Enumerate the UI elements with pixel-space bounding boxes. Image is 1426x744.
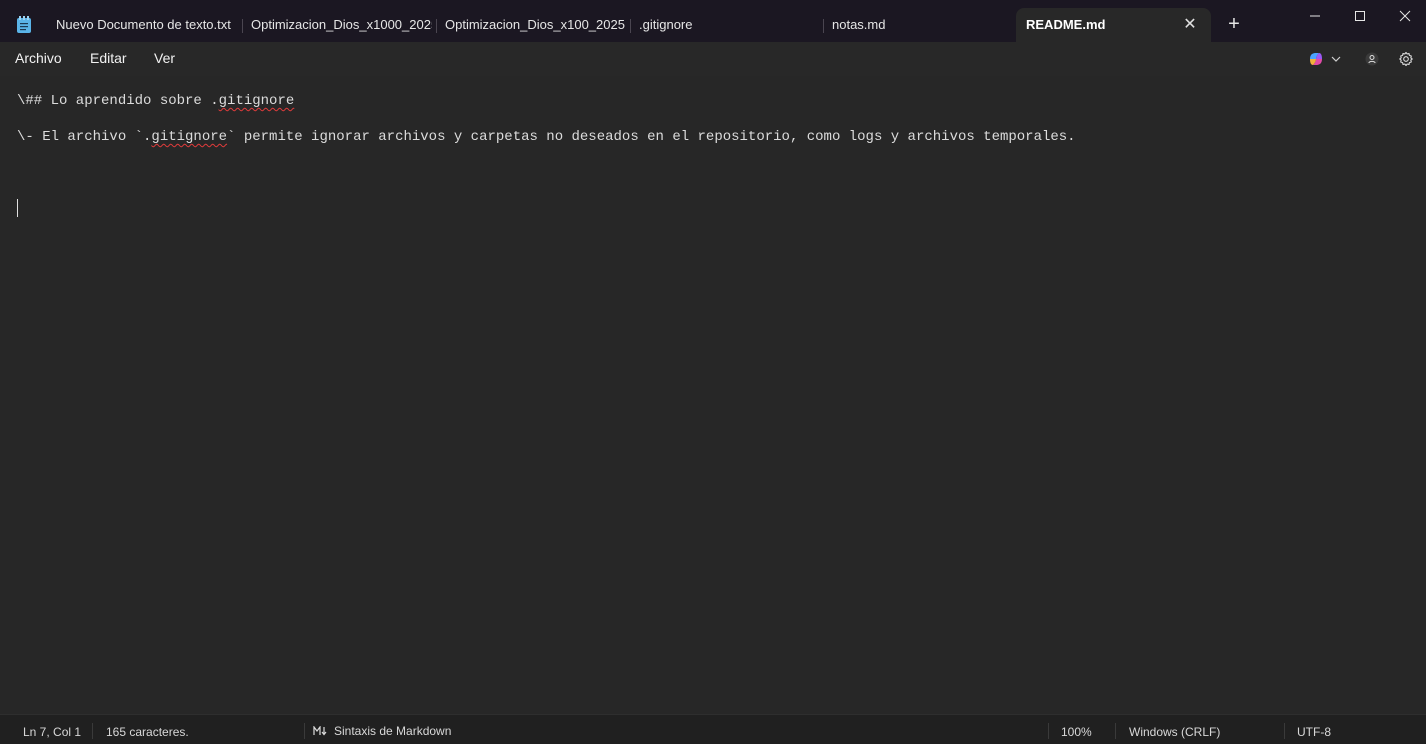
editor-line-1: \## Lo aprendido sobre .gitignore xyxy=(17,93,294,109)
text-editor[interactable]: \## Lo aprendido sobre .gitignore \- El … xyxy=(0,76,1426,714)
close-icon xyxy=(1399,10,1411,22)
character-count: 165 caracteres. xyxy=(106,725,189,739)
status-divider xyxy=(1284,723,1285,739)
markdown-icon xyxy=(313,726,327,736)
menu-bar: Archivo Editar Ver xyxy=(0,42,1426,76)
close-tab-icon[interactable]: ✕ xyxy=(1179,8,1201,42)
status-divider xyxy=(1115,723,1116,739)
tab-readme[interactable]: README.md ✕ xyxy=(1016,8,1211,42)
tab-label: Nuevo Documento de texto.txt xyxy=(56,17,231,32)
notepad-icon xyxy=(17,16,31,33)
title-bar: Nuevo Documento de texto.txt Optimizacio… xyxy=(0,0,1426,42)
status-bar: Ln 7, Col 1 165 caracteres. Sintaxis de … xyxy=(0,714,1426,744)
editor-line-3: \- El archivo `.gitignore` permite ignor… xyxy=(17,129,1076,145)
chevron-down-icon xyxy=(1331,56,1341,62)
line-ending[interactable]: Windows (CRLF) xyxy=(1129,725,1220,739)
tab-optimizacion-x100[interactable]: Optimizacion_Dios_x100_20251410 xyxy=(435,8,625,42)
menu-ver[interactable]: Ver xyxy=(154,50,175,66)
tab-label: README.md xyxy=(1026,17,1106,32)
status-divider xyxy=(304,723,305,739)
heading-text: \## Lo aprendido sobre . xyxy=(17,93,219,109)
account-button[interactable] xyxy=(1362,49,1382,69)
tab-gitignore[interactable]: .gitignore xyxy=(629,8,819,42)
tab-label: Optimizacion_Dios_x1000_2025141 xyxy=(251,17,432,32)
encoding[interactable]: UTF-8 xyxy=(1297,725,1331,739)
person-icon xyxy=(1365,52,1379,66)
copilot-button[interactable] xyxy=(1304,49,1344,69)
text-caret xyxy=(17,199,18,217)
maximize-icon xyxy=(1355,11,1365,21)
spell-error-word: gitignore xyxy=(218,93,295,109)
zoom-level[interactable]: 100% xyxy=(1061,725,1092,739)
menu-archivo[interactable]: Archivo xyxy=(15,50,62,66)
tab-label: notas.md xyxy=(832,17,886,32)
status-divider xyxy=(92,723,93,739)
maximize-button[interactable] xyxy=(1337,0,1383,32)
markdown-syntax-toggle[interactable]: Sintaxis de Markdown xyxy=(313,724,451,738)
tab-nuevo-documento[interactable]: Nuevo Documento de texto.txt xyxy=(46,8,236,42)
tab-label: .gitignore xyxy=(639,17,693,32)
tab-optimizacion-x1000[interactable]: Optimizacion_Dios_x1000_2025141 xyxy=(241,8,432,42)
copilot-icon xyxy=(1310,53,1322,65)
minimize-button[interactable] xyxy=(1292,0,1338,32)
spell-error-word: gitignore xyxy=(151,129,228,145)
new-tab-button[interactable]: + xyxy=(1224,14,1244,34)
bullet-text-start: \- El archivo `. xyxy=(17,129,152,145)
close-window-button[interactable] xyxy=(1382,0,1426,32)
gear-icon xyxy=(1399,51,1413,67)
tab-notas[interactable]: notas.md xyxy=(822,8,1012,42)
menu-editar[interactable]: Editar xyxy=(90,50,127,66)
settings-button[interactable] xyxy=(1396,49,1416,69)
tab-label: Optimizacion_Dios_x100_20251410 xyxy=(445,17,625,32)
bullet-text-end: ` permite ignorar archivos y carpetas no… xyxy=(227,129,1076,145)
markdown-syntax-label: Sintaxis de Markdown xyxy=(334,724,452,738)
minimize-icon xyxy=(1310,15,1320,17)
cursor-position: Ln 7, Col 1 xyxy=(23,725,82,739)
status-divider xyxy=(1048,723,1049,739)
